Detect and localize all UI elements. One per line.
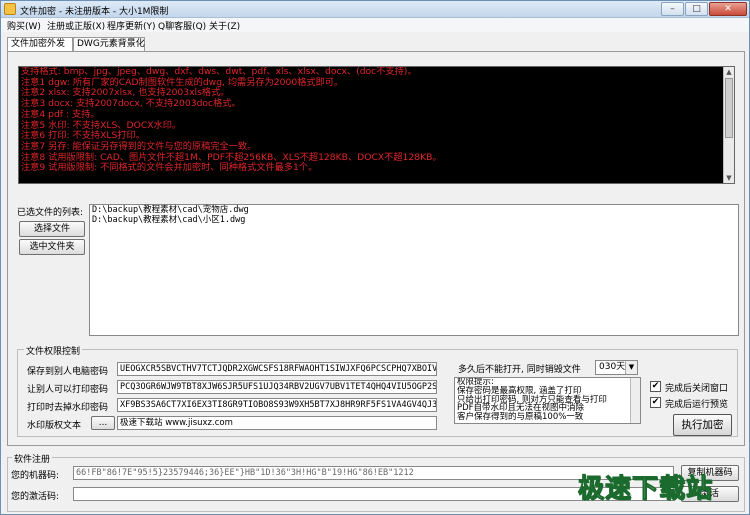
auto-destroy-label: 多久后不能打开, 同时销毁文件 [458,365,581,375]
save-password-field[interactable]: UEOGXCR5SBVCTHV7TCTJQDR2XGWCSFS18RFWAOHT… [117,362,437,376]
menu-update[interactable]: 程序更新(Y) [107,19,156,32]
maximize-button[interactable]: □ [685,2,708,16]
file-list-label: 已选文件的列表: [17,208,84,218]
console-line: 注意9 试用版限制: 不同格式的文件会并加密时、同种格式文件最多1个。 [21,162,318,174]
scroll-thumb[interactable] [725,78,733,138]
menu-about[interactable]: 关于(Z) [209,19,240,32]
list-item[interactable]: D:\backup\教程素材\cad\宠物店.dwg [90,205,738,215]
close-button[interactable]: ✕ [709,2,747,16]
close-after-checkbox[interactable]: ✔ [650,381,661,392]
registration-group-title: 软件注册 [12,452,53,465]
chevron-down-icon[interactable]: ▼ [625,361,637,374]
site-watermark: 极速下载站 [577,474,714,505]
console-line: 注意4 pdf : 支持。 [21,108,100,120]
console-scrollbar[interactable]: ▲ ▼ [723,67,734,183]
menu-bar: 购买(W) 注册或正版(X) 程序更新(Y) Q聊客服(Q) 关于(Z) [1,18,749,32]
watermark-more-button[interactable]: ... [91,416,115,430]
tab-dwg-background[interactable]: DWG元素背景化 [73,37,145,52]
minimize-button[interactable]: – [661,2,684,16]
title-bar[interactable]: 文件加密 - 未注册版本 - 大小1M限制 – □ ✕ [1,1,749,18]
activation-code-label: 您的激活码: [11,492,60,502]
watermark-text-field[interactable]: 极速下载站 www.jisuxz.com [117,416,437,430]
print-password-label: 让别人可以打印密码 [27,385,109,395]
scroll-up-icon[interactable]: ▲ [724,67,734,77]
menu-buy[interactable]: 购买(W) [7,19,41,32]
menu-support[interactable]: Q聊客服(Q) [158,19,206,32]
file-list[interactable]: D:\backup\教程素材\cad\宠物店.dwg D:\backup\教程素… [89,204,739,336]
print-password-field[interactable]: PCQ3OGR6WJW9TBT8XJW6SJR5UFS1UJQ34RBV2UGV… [117,380,437,394]
preview-after-checkbox[interactable]: ✔ [650,397,661,408]
app-window: 文件加密 - 未注册版本 - 大小1M限制 – □ ✕ 购买(W) 注册或正版(… [0,0,750,515]
machine-code-label: 您的机器码: [11,471,60,481]
permission-group: 文件权限控制 保存到别人电脑密码 UEOGXCR5SBVCTHV7TCTJQDR… [17,344,738,437]
auto-destroy-select[interactable]: 030天 ▼ [595,360,638,375]
encrypt-button[interactable]: 执行加密 [673,414,732,436]
close-after-label: 完成后关闭窗口 [665,384,729,394]
app-lock-icon [4,3,16,15]
watermark-text-label: 水印版权文本 [27,421,82,431]
list-item[interactable]: D:\backup\教程素材\cad\小区1.dwg [90,215,738,225]
info-console[interactable]: 支持格式: bmp、jpg、jpeg、dwg、dxf、dws、dwt、pdf、x… [18,66,735,184]
console-line: 注意3 docx: 支持2007docx, 不支持2003doc格式。 [21,98,241,110]
select-file-button[interactable]: 选择文件 [19,221,85,237]
save-password-label: 保存到别人电脑密码 [27,367,109,377]
auto-destroy-value: 030天 [599,362,626,372]
hint-line: 客户保存得到的与原稿100%一致 [457,412,584,423]
select-folder-button[interactable]: 选中文件夹 [19,239,85,255]
scroll-down-icon[interactable]: ▼ [724,173,734,183]
permission-group-title: 文件权限控制 [24,344,83,357]
permission-hint-box[interactable]: 权限提示: 保存密码是最高权限, 涵盖了打印 只给出打印密码, 则对方只能查看与… [454,377,641,424]
remove-watermark-password-field[interactable]: XF9BS3SA6CT7XI6EX3TI8GR9TIOBO8S93W9XH5BT… [117,398,437,412]
hint-scrollbar[interactable] [630,378,640,423]
tab-panel: 支持格式: bmp、jpg、jpeg、dwg、dxf、dws、dwt、pdf、x… [7,51,745,446]
preview-after-label: 完成后运行预览 [665,400,729,410]
menu-register[interactable]: 注册或正版(X) [47,19,105,32]
window-title: 文件加密 - 未注册版本 - 大小1M限制 [20,7,169,17]
remove-watermark-password-label: 打印时去掉水印密码 [27,403,109,413]
